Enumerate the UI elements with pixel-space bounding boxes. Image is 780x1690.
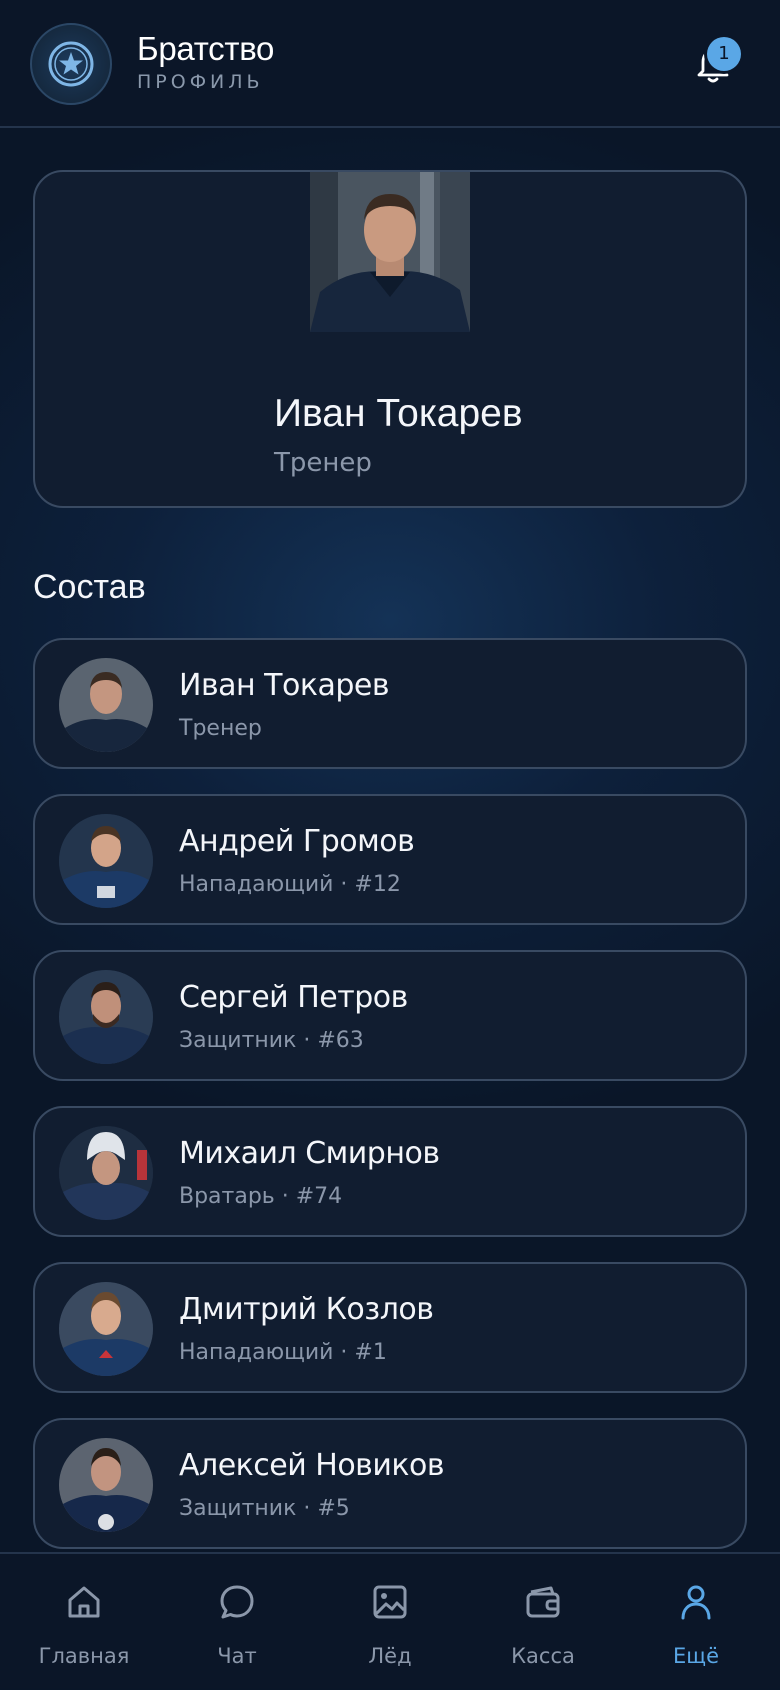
player-name: Алексей Новиков <box>179 1448 445 1483</box>
page-subtitle: ПРОФИЛЬ <box>137 71 264 93</box>
wallet-icon <box>526 1586 560 1618</box>
profile-role: Тренер <box>274 448 372 478</box>
tab-home[interactable]: Главная <box>6 1554 162 1690</box>
tab-label: Касса <box>511 1644 575 1668</box>
notification-badge: 1 <box>707 37 741 71</box>
team-logo[interactable] <box>30 23 112 105</box>
player-name: Дмитрий Козлов <box>179 1292 434 1327</box>
player-position: Защитник · #63 <box>179 1028 364 1053</box>
user-icon <box>681 1585 711 1620</box>
tab-more[interactable]: Ещё <box>618 1554 774 1690</box>
player-name: Михаил Смирнов <box>179 1136 440 1171</box>
profile-photo <box>310 172 470 332</box>
avatar <box>59 814 153 908</box>
player-position: Нападающий · #1 <box>179 1340 387 1365</box>
tab-label: Ещё <box>673 1644 719 1668</box>
tab-ice[interactable]: Лёд <box>312 1554 468 1690</box>
player-name: Иван Токарев <box>179 668 390 703</box>
player-position: Вратарь · #74 <box>179 1184 343 1209</box>
roster-item[interactable]: Андрей Громов Нападающий · #12 <box>33 794 747 925</box>
tab-label: Главная <box>38 1644 130 1668</box>
player-name: Сергей Петров <box>179 980 408 1015</box>
image-icon <box>373 1585 407 1619</box>
roster-item[interactable]: Алексей Новиков Защитник · #5 <box>33 1418 747 1549</box>
profile-name: Иван Токарев <box>274 392 523 435</box>
avatar <box>59 970 153 1064</box>
app-title: Братство <box>137 30 275 67</box>
tab-chat[interactable]: Чат <box>159 1554 315 1690</box>
roster-item[interactable]: Сергей Петров Защитник · #63 <box>33 950 747 1081</box>
bottom-tab-bar: Главная Чат Лёд Касса Ещё <box>0 1552 780 1688</box>
roster-title: Состав <box>33 568 146 606</box>
tab-label: Чат <box>217 1644 257 1668</box>
player-position: Тренер <box>179 716 262 741</box>
tab-label: Лёд <box>368 1644 412 1668</box>
avatar <box>59 1282 153 1376</box>
avatar <box>59 1438 153 1532</box>
app-header: Братство ПРОФИЛЬ 1 <box>0 0 780 128</box>
home-icon <box>68 1586 100 1618</box>
roster-item[interactable]: Михаил Смирнов Вратарь · #74 <box>33 1106 747 1237</box>
chat-icon <box>220 1585 254 1619</box>
tab-cash[interactable]: Касса <box>465 1554 621 1690</box>
star-emblem-icon <box>48 41 94 87</box>
roster-item[interactable]: Иван Токарев Тренер <box>33 638 747 769</box>
roster-item[interactable]: Дмитрий Козлов Нападающий · #1 <box>33 1262 747 1393</box>
player-name: Андрей Громов <box>179 824 415 859</box>
avatar <box>59 658 153 752</box>
avatar <box>59 1126 153 1220</box>
player-position: Нападающий · #12 <box>179 872 401 897</box>
player-position: Защитник · #5 <box>179 1496 350 1521</box>
